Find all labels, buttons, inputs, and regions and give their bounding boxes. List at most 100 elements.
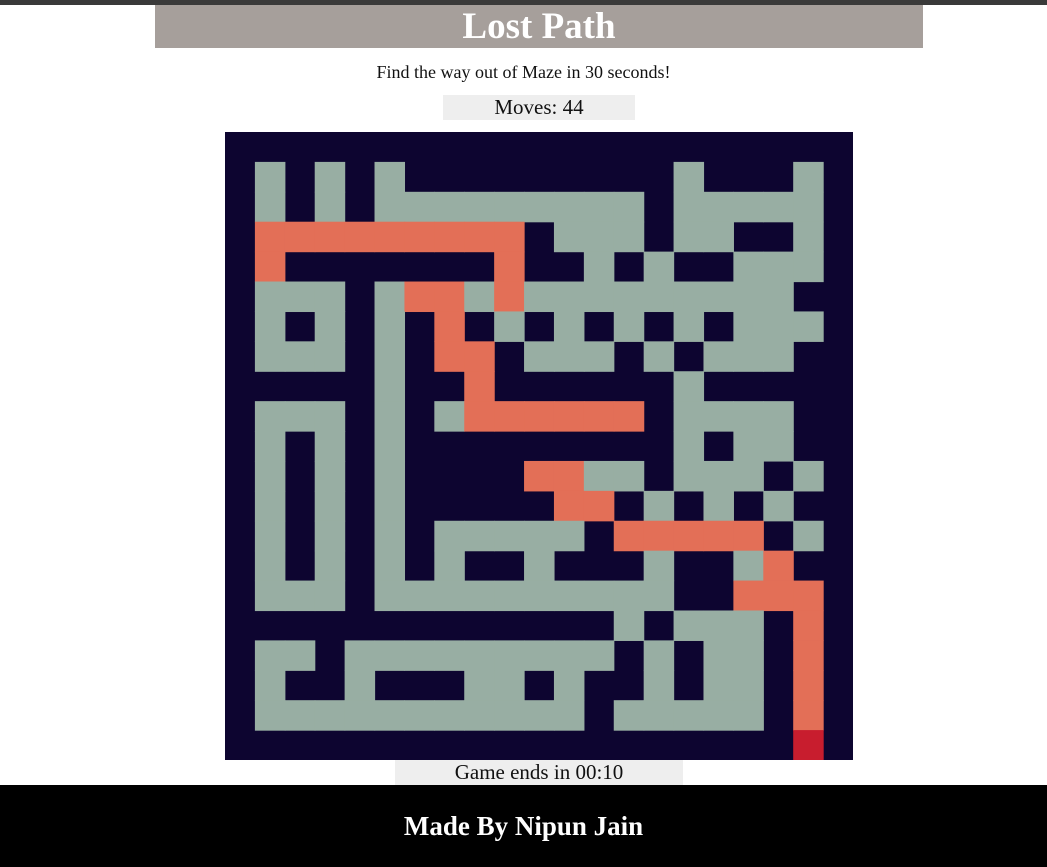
path-cell	[344, 700, 376, 731]
path-cell	[524, 700, 555, 731]
path-cell	[673, 460, 705, 492]
trail-cell	[553, 490, 585, 522]
trail-cell	[763, 580, 794, 612]
path-cell	[553, 281, 585, 313]
path-cell	[314, 341, 346, 372]
path-cell	[374, 700, 406, 731]
path-cell	[613, 191, 645, 223]
trail-cell	[464, 401, 495, 432]
path-cell	[494, 670, 525, 701]
path-cell	[583, 640, 615, 671]
path-cell	[434, 580, 465, 612]
trail-cell	[613, 520, 645, 552]
path-cell	[613, 580, 645, 612]
path-cell	[583, 251, 615, 283]
path-cell	[673, 700, 705, 731]
path-cell	[254, 401, 286, 432]
path-cell	[613, 700, 645, 731]
path-cell	[613, 281, 645, 313]
path-cell	[733, 311, 764, 342]
path-cell	[643, 670, 675, 701]
path-cell	[374, 371, 406, 402]
path-cell	[464, 670, 495, 701]
path-cell	[284, 640, 316, 671]
path-cell	[793, 520, 824, 552]
path-cell	[673, 191, 705, 223]
path-cell	[643, 341, 675, 372]
game-title: Lost Path	[155, 5, 923, 48]
maze-board[interactable]	[225, 132, 853, 760]
path-cell	[464, 580, 495, 612]
trail-cell	[464, 221, 495, 253]
path-cell	[524, 191, 555, 223]
path-cell	[314, 161, 346, 193]
trail-cell	[793, 640, 824, 671]
trail-cell	[673, 520, 705, 552]
path-cell	[673, 401, 705, 432]
path-cell	[703, 640, 734, 671]
trail-cell	[254, 221, 286, 253]
path-cell	[254, 281, 286, 313]
path-cell	[374, 401, 406, 432]
trail-cell	[703, 520, 734, 552]
path-cell	[524, 341, 555, 372]
path-cell	[404, 700, 435, 731]
path-cell	[344, 670, 376, 701]
path-cell	[733, 341, 764, 372]
path-cell	[643, 251, 675, 283]
path-cell	[254, 520, 286, 552]
path-cell	[553, 341, 585, 372]
path-cell	[703, 460, 734, 492]
path-cell	[673, 311, 705, 342]
path-cell	[643, 550, 675, 582]
trail-cell	[524, 460, 555, 492]
path-cell	[254, 161, 286, 193]
path-cell	[374, 550, 406, 582]
path-cell	[374, 161, 406, 193]
player-marker	[793, 730, 824, 760]
path-cell	[524, 281, 555, 313]
path-cell	[613, 460, 645, 492]
path-cell	[673, 371, 705, 402]
path-cell	[763, 431, 794, 462]
path-cell	[464, 281, 495, 313]
path-cell	[703, 610, 734, 641]
path-cell	[314, 700, 346, 731]
path-cell	[524, 580, 555, 612]
path-cell	[254, 700, 286, 731]
path-cell	[763, 401, 794, 432]
path-cell	[733, 670, 764, 701]
path-cell	[374, 191, 406, 223]
trail-cell	[613, 401, 645, 432]
path-cell	[553, 221, 585, 253]
maze-grid[interactable]	[225, 132, 853, 760]
path-cell	[553, 580, 585, 612]
trail-cell	[793, 580, 824, 612]
path-cell	[524, 640, 555, 671]
path-cell	[553, 520, 585, 552]
path-cell	[314, 520, 346, 552]
trail-cell	[793, 610, 824, 641]
path-cell	[314, 401, 346, 432]
trail-cell	[374, 221, 406, 253]
path-cell	[703, 281, 734, 313]
path-cell	[643, 640, 675, 671]
path-cell	[284, 401, 316, 432]
path-cell	[763, 341, 794, 372]
path-cell	[494, 640, 525, 671]
path-cell	[613, 610, 645, 641]
trail-cell	[793, 700, 824, 731]
path-cell	[374, 520, 406, 552]
path-cell	[314, 580, 346, 612]
path-cell	[793, 311, 824, 342]
trail-cell	[434, 311, 465, 342]
path-cell	[254, 311, 286, 342]
path-cell	[404, 580, 435, 612]
trail-cell	[464, 371, 495, 402]
path-cell	[733, 251, 764, 283]
trail-cell	[434, 221, 465, 253]
path-cell	[613, 311, 645, 342]
path-cell	[703, 490, 734, 522]
trail-cell	[524, 401, 555, 432]
path-cell	[643, 700, 675, 731]
